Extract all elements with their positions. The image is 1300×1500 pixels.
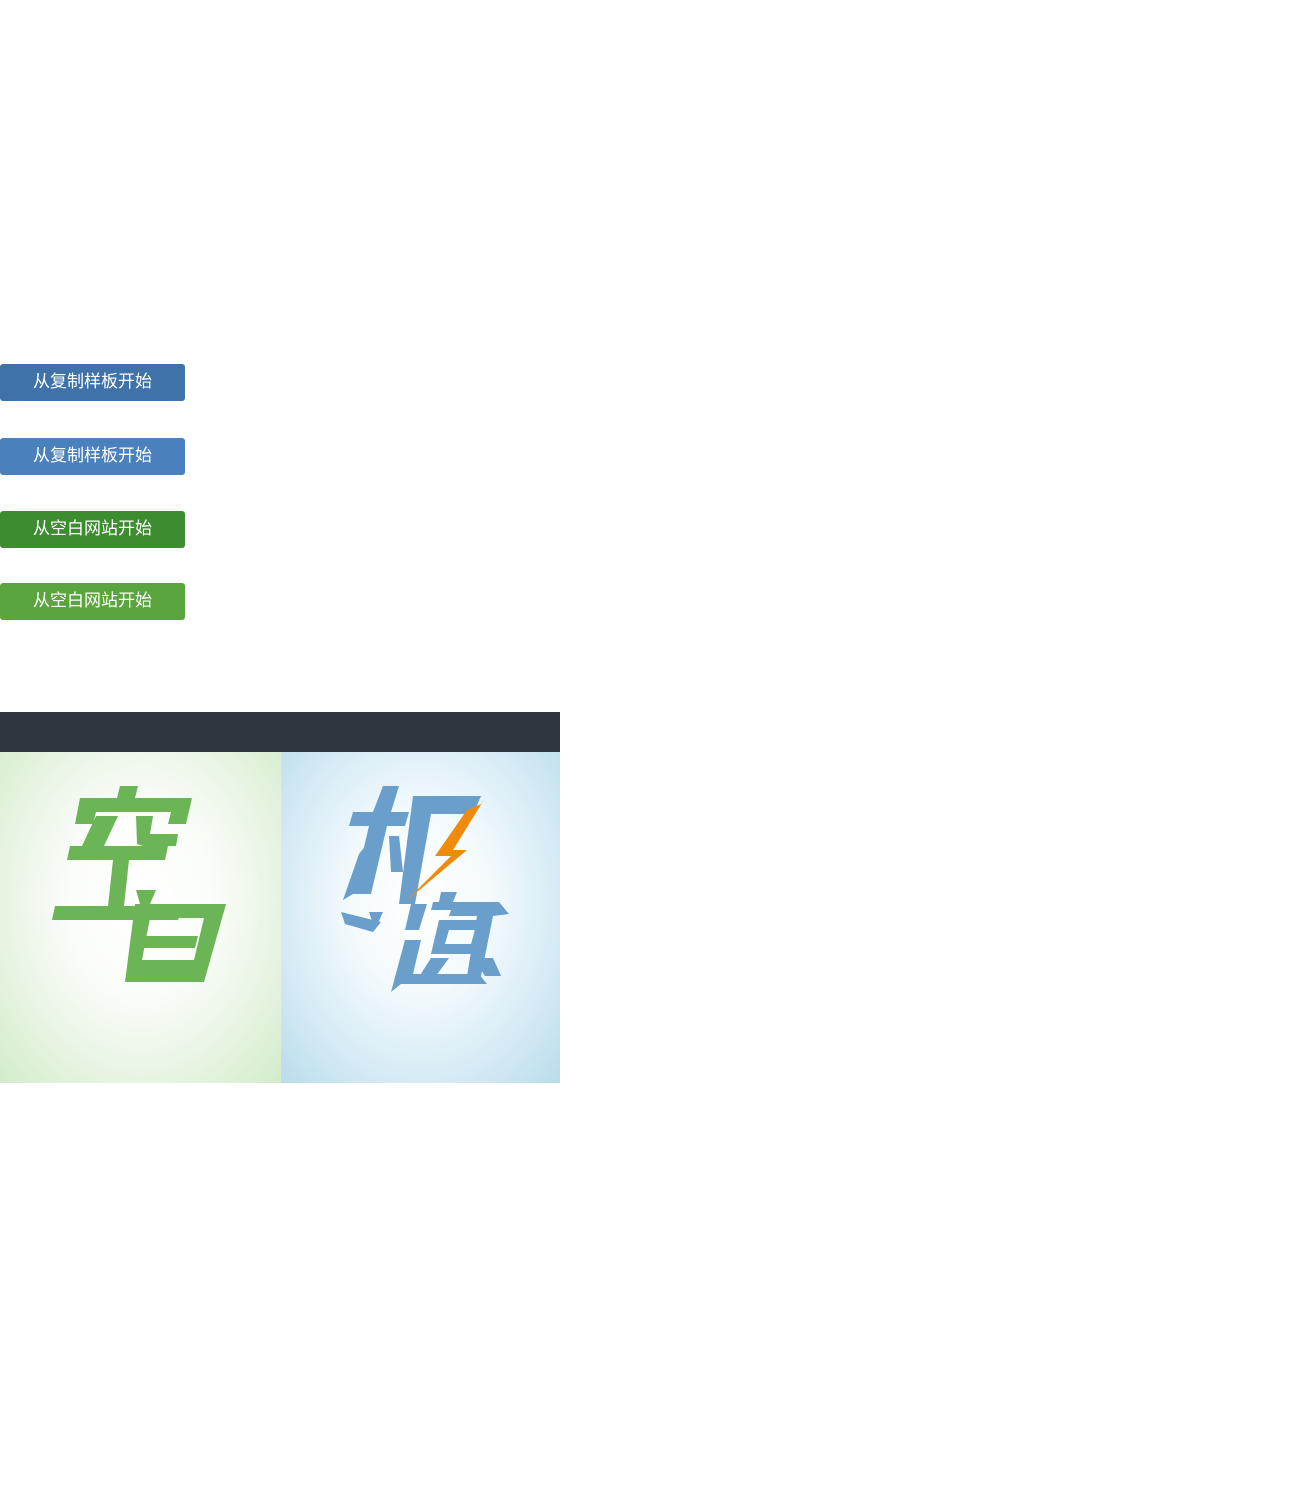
- speed-site-tile[interactable]: [281, 752, 560, 1083]
- blank-logo: [52, 786, 226, 982]
- site-type-panel: [0, 712, 560, 1083]
- start-from-blank-button[interactable]: 从空白网站开始: [0, 511, 185, 548]
- panel-header-bar: [0, 712, 560, 752]
- speed-logo: [341, 786, 509, 992]
- page: 从复制样板开始 从复制样板开始 从空白网站开始 从空白网站开始: [0, 0, 1300, 1500]
- blank-site-tile[interactable]: [0, 752, 281, 1083]
- start-from-blank-button-hover[interactable]: 从空白网站开始: [0, 583, 185, 620]
- start-from-template-button[interactable]: 从复制样板开始: [0, 364, 185, 401]
- start-from-template-button-hover[interactable]: 从复制样板开始: [0, 438, 185, 475]
